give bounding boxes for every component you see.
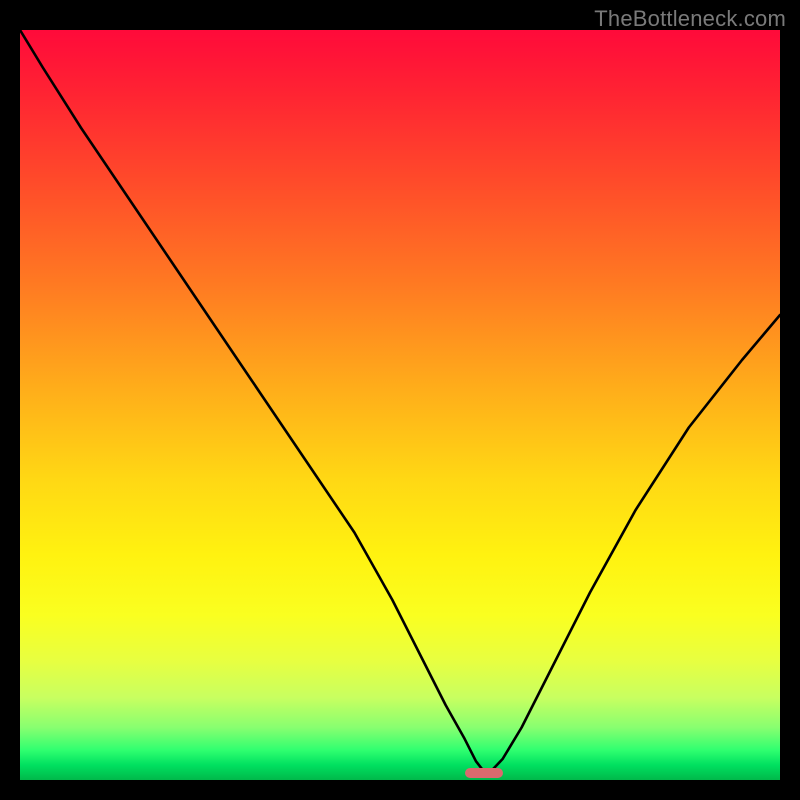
optimum-marker <box>465 768 503 778</box>
plot-area <box>20 30 780 780</box>
watermark-text: TheBottleneck.com <box>594 6 786 32</box>
curve-layer <box>20 30 780 780</box>
bottleneck-curve <box>20 30 780 771</box>
chart-frame: TheBottleneck.com <box>0 0 800 800</box>
